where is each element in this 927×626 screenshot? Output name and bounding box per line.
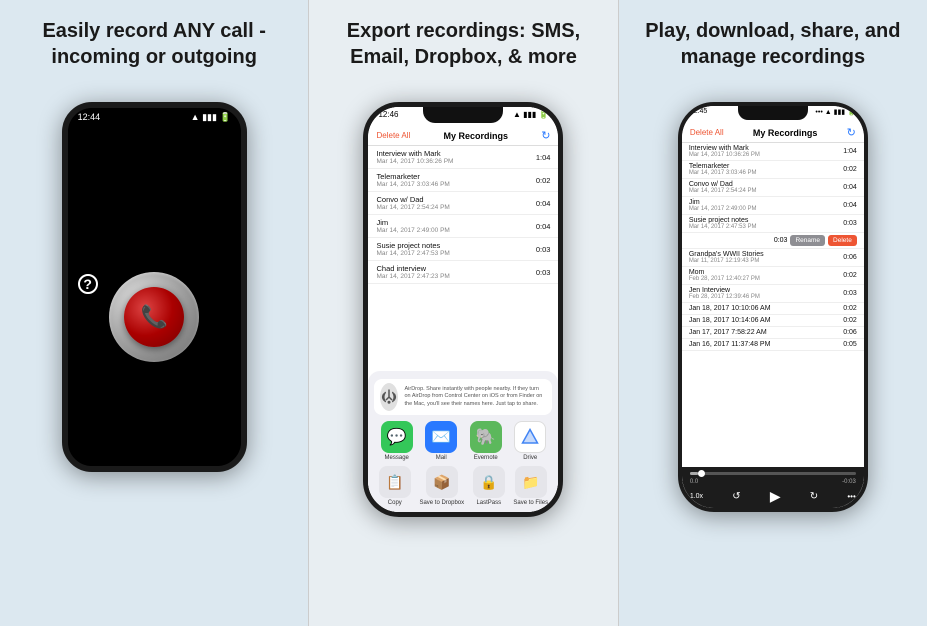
player-progress[interactable] [690,472,856,475]
refresh-btn-2[interactable]: ↻ [541,129,550,142]
dropbox-icon: 📦 [426,466,458,498]
share-app-message[interactable]: 💬 Message [381,421,413,461]
drive-icon [514,421,546,453]
forward-button[interactable]: ↻ [810,491,818,502]
phone-3-frame: 12:45 ••• ▲ ▮▮▮ 🔋 Delete All My Recordin… [678,102,868,512]
copy-icon: 📋 [379,466,411,498]
recording-item[interactable]: Chad interviewMar 14, 2017 2:47:23 PM 0:… [368,261,558,284]
player-progress-fill [690,472,698,475]
phone-1-signal: ▲ ▮▮▮ 🔋 [191,112,231,123]
airdrop-icon [380,383,398,411]
share-app-drive[interactable]: Drive [514,421,546,461]
refresh-btn-3[interactable]: ↻ [847,126,856,139]
my-recordings-title-3: My Recordings [753,128,818,138]
phone-1-frame: 12:44 ▲ ▮▮▮ 🔋 ? 📞 [62,102,247,472]
recordings-list-3-bottom: Grandpa's WWII StoriesMar 11, 2017 12:19… [682,249,864,351]
recordings-list-2: Interview with MarkMar 14, 2017 10:36:26… [368,146,558,284]
phone-1-time: 12:44 [78,112,101,123]
share-row-1: 💬 Message ✉️ Mail 🐘 Evernote [374,421,552,461]
recording-item[interactable]: Susie project notesMar 14, 2017 2:47:53 … [368,238,558,261]
player-times: 0.0 -0:03 [690,479,856,485]
phone-2-signal: ▲ ▮▮▮ 🔋 [513,110,549,127]
files-icon: 📁 [515,466,547,498]
mail-icon: ✉️ [425,421,457,453]
share-lastpass[interactable]: 🔒 LastPass [473,466,505,506]
phone-2-frame: 12:46 ▲ ▮▮▮ 🔋 Delete All My Recordings ↻… [363,102,563,517]
share-dropbox[interactable]: 📦 Save to Dropbox [419,466,464,506]
phone-3-notch [738,106,808,120]
help-icon[interactable]: ? [78,274,98,294]
recording-item[interactable]: TelemarketerMar 14, 2017 3:03:46 PM 0:02 [368,169,558,192]
recordings-header-2: Delete All My Recordings ↻ [368,127,558,146]
panel-manage: Play, download, share, and manage record… [619,0,927,626]
recording-item[interactable]: MomFeb 28, 2017 12:40:27 PM 0:02 [682,267,864,285]
recording-item[interactable]: Jan 16, 2017 11:37:48 PM 0:05 [682,339,864,351]
row-time: 0:03 [774,237,788,244]
recording-item[interactable]: Jen InterviewFeb 28, 2017 12:39:46 PM 0:… [682,285,864,303]
recording-item[interactable]: Jan 18, 2017 10:10:06 AM 0:02 [682,303,864,315]
record-area: ? 📞 [68,127,241,466]
rename-delete-row: 0:03 Rename Delete [682,233,864,249]
recording-item[interactable]: Susie project notesMar 14, 2017 2:47:53 … [682,215,864,233]
phone-icon: 📞 [140,304,167,330]
share-app-evernote[interactable]: 🐘 Evernote [470,421,502,461]
delete-all-btn-2[interactable]: Delete All [376,131,410,140]
recording-item[interactable]: TelemarketerMar 14, 2017 3:03:46 PM 0:02 [682,161,864,179]
share-row-2: 📋 Copy 📦 Save to Dropbox 🔒 LastPass 📁 Sa… [374,466,552,506]
lastpass-icon: 🔒 [473,466,505,498]
player-start-time: 0.0 [690,479,698,485]
rename-button[interactable]: Rename [790,235,825,246]
panel3-title: Play, download, share, and manage record… [631,18,915,88]
phone-1-screen: 12:44 ▲ ▮▮▮ 🔋 ? 📞 [68,108,241,466]
phone-2-time: 12:46 [378,110,398,127]
share-copy[interactable]: 📋 Copy [379,466,411,506]
recording-item[interactable]: Jan 18, 2017 10:14:06 AM 0:02 [682,315,864,327]
recording-item[interactable]: Convo w/ DadMar 14, 2017 2:54:24 PM 0:04 [682,179,864,197]
panel-record: Easily record ANY call - incoming or out… [0,0,308,626]
recording-item[interactable]: Interview with MarkMar 14, 2017 10:36:26… [368,146,558,169]
evernote-icon: 🐘 [470,421,502,453]
share-files[interactable]: 📁 Save to Files [513,466,548,506]
phone-2-notch [423,107,503,123]
record-button[interactable]: 📞 [109,272,199,362]
phone-3-time: 12:45 [690,108,708,124]
panel1-title: Easily record ANY call - incoming or out… [12,18,296,88]
airdrop-row: AirDrop. Share instantly with people nea… [374,379,552,415]
panel-export: Export recordings: SMS, Email, Dropbox, … [308,0,618,626]
player-bar: 0.0 -0:03 1.0x ↺ ▶ ↻ ••• [682,467,864,508]
recording-item[interactable]: Convo w/ DadMar 14, 2017 2:54:24 PM 0:04 [368,192,558,215]
share-sheet: AirDrop. Share instantly with people nea… [368,371,558,512]
delete-button[interactable]: Delete [828,235,857,246]
recording-item[interactable]: Jan 17, 2017 7:58:22 AM 0:06 [682,327,864,339]
delete-all-btn-3[interactable]: Delete All [690,128,724,137]
phone-3-screen: 12:45 ••• ▲ ▮▮▮ 🔋 Delete All My Recordin… [682,106,864,508]
recording-item[interactable]: JimMar 14, 2017 2:49:00 PM 0:04 [682,197,864,215]
rewind-button[interactable]: ↺ [732,491,740,502]
my-recordings-title-2: My Recordings [444,131,509,141]
share-app-mail[interactable]: ✉️ Mail [425,421,457,461]
recording-item[interactable]: JimMar 14, 2017 2:49:00 PM 0:04 [368,215,558,238]
player-end-time: -0:03 [842,479,856,485]
speed-button[interactable]: 1.0x [690,493,703,500]
recording-item[interactable]: Interview with MarkMar 14, 2017 10:36:26… [682,143,864,161]
phone-3-signal: ••• ▲ ▮▮▮ 🔋 [815,108,855,124]
panel2-title: Export recordings: SMS, Email, Dropbox, … [321,18,605,88]
airdrop-text: AirDrop. Share instantly with people nea… [404,386,546,407]
message-icon: 💬 [381,421,413,453]
phone-2-screen: 12:46 ▲ ▮▮▮ 🔋 Delete All My Recordings ↻… [368,107,558,512]
recordings-list-3-top: Interview with MarkMar 14, 2017 10:36:26… [682,143,864,233]
recordings-header-3: Delete All My Recordings ↻ [682,124,864,143]
phone-1-status-bar: 12:44 ▲ ▮▮▮ 🔋 [68,108,241,127]
more-button[interactable]: ••• [847,492,855,501]
player-controls: 1.0x ↺ ▶ ↻ ••• [690,488,856,505]
play-button[interactable]: ▶ [770,488,781,505]
player-thumb [698,470,705,477]
recording-item[interactable]: Grandpa's WWII StoriesMar 11, 2017 12:19… [682,249,864,267]
